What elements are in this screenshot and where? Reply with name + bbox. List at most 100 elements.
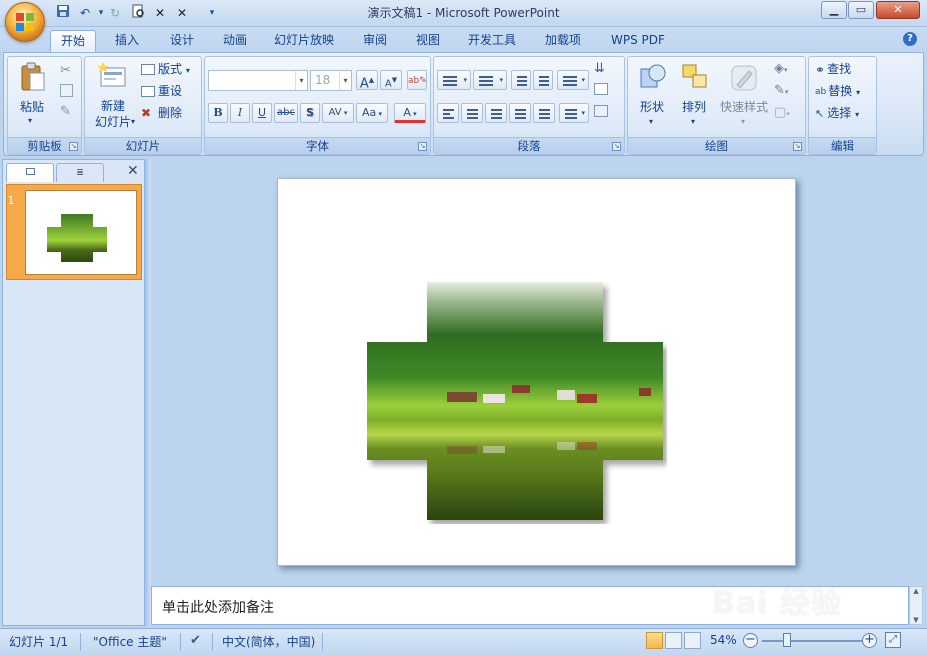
slide-thumbnail[interactable] [25,190,137,275]
shape-outline-icon[interactable]: ✎▾ [774,83,788,98]
zoom-in-icon[interactable]: + [862,633,877,648]
tab-home[interactable]: 开始 [50,30,97,52]
tab-design[interactable]: 设计 [160,30,204,52]
align-center-button[interactable] [461,103,483,123]
decrease-indent-button[interactable] [511,70,531,90]
font-size-combo[interactable]: 18 ▾ [310,70,352,91]
italic-button[interactable]: I [230,103,250,123]
reset-label: 重设 [158,84,183,98]
normal-view-button[interactable] [646,632,663,649]
notes-scrollbar[interactable]: ▲ ▼ [909,586,923,625]
text-direction-icon[interactable]: ⇊ [594,61,605,76]
replace-button[interactable]: ab 替换 ▾ [815,83,860,101]
clipboard-launcher[interactable]: ↘ [69,142,78,151]
underline-button[interactable]: U [252,103,272,123]
zoom-slider-track[interactable] [762,640,862,642]
delete-icon: ✖ [141,106,152,120]
justify-button[interactable] [509,103,531,123]
bold-button[interactable]: B [208,103,228,123]
arrange-button[interactable]: 排列 ▾ [674,60,714,132]
notes-placeholder[interactable]: 单击此处添加备注 [162,597,274,617]
help-icon[interactable]: ? [903,32,917,46]
increase-indent-button[interactable] [533,70,553,90]
save-icon[interactable] [54,4,72,22]
shapes-button[interactable]: 形状 ▾ [632,60,672,132]
grow-font-button[interactable]: A▲ [356,70,378,91]
maximize-button[interactable]: ▭ [848,1,874,19]
shape-fill-icon[interactable]: ◈▾ [774,61,788,76]
slides-tab-icon [25,168,35,175]
new-slide-dropdown-icon[interactable]: ▾ [131,117,135,126]
office-logo-icon [16,13,36,33]
clear-format-button[interactable]: ab✎ [407,70,427,90]
shape-effects-icon[interactable]: ▢▾ [774,105,790,120]
columns-button[interactable]: ▾ [559,103,589,123]
layout-button[interactable]: 版式 ▾ [141,61,190,79]
smartart-icon[interactable] [594,105,608,117]
font-size-value: 18 [315,73,331,87]
zoom-level[interactable]: 54% [710,633,737,647]
status-theme[interactable]: "Office 主题" [93,633,167,650]
zoom-slider-thumb[interactable] [783,633,791,647]
cross-shaped-photo [367,282,663,520]
char-spacing-button[interactable]: AV ▾ [322,103,354,123]
tab-developer[interactable]: 开发工具 [458,30,526,52]
font-color-button[interactable]: A ▾ [394,103,426,123]
tab-animations[interactable]: 动画 [213,30,257,52]
paste-button[interactable]: 粘贴 ▾ [13,60,51,132]
new-slide-button[interactable]: 新建 幻灯片 ▾ [87,60,139,132]
numbering-button[interactable]: ▾ [473,70,507,90]
slides-tab[interactable] [6,163,54,182]
tab-slideshow[interactable]: 幻灯片放映 [264,30,344,52]
outline-tab[interactable]: ≣ [56,163,104,182]
format-painter-icon[interactable]: ✎ [60,104,71,119]
align-left-button[interactable] [437,103,459,123]
print-preview-icon[interactable] [129,4,147,22]
cut-icon[interactable]: ✂ [60,63,71,78]
copy-icon[interactable] [60,84,73,97]
text-shadow-button[interactable]: S [300,103,320,123]
shrink-font-button[interactable]: A▼ [380,70,402,90]
tab-review[interactable]: 审阅 [353,30,397,52]
strikethrough-button[interactable]: abc [274,103,298,123]
tab-insert[interactable]: 插入 [105,30,149,52]
tab-wps-pdf[interactable]: WPS PDF [601,30,675,52]
delete-button[interactable]: ✖ 删除 [141,105,182,121]
redo-icon[interactable]: ↻ [106,4,124,22]
paragraph-launcher[interactable]: ↘ [612,142,621,151]
line-spacing-button[interactable]: ▾ [557,70,589,90]
shapes-dropdown-icon: ▾ [649,117,654,126]
quick-styles-button[interactable]: 快速样式 ▾ [716,60,772,132]
find-button[interactable]: ⚭ 查找 [815,61,851,78]
scroll-up-icon: ▲ [913,587,919,595]
fit-to-window-icon[interactable]: ⤢ [885,632,901,648]
align-text-icon[interactable] [594,83,608,95]
drawing-launcher[interactable]: ↘ [793,142,802,151]
font-launcher[interactable]: ↘ [418,142,427,151]
slide[interactable] [277,178,796,566]
close-doc-icon[interactable]: ✕ [151,4,169,22]
spellcheck-icon[interactable]: ✔ [190,633,201,648]
close-all-icon[interactable]: ✕ [173,4,191,22]
office-button[interactable] [5,2,45,42]
font-size-dropdown-icon: ▾ [339,71,351,90]
font-name-combo[interactable]: ▾ [208,70,308,91]
customize-qat-icon[interactable]: ▾ [203,4,221,22]
close-pane-icon[interactable]: ✕ [127,163,139,179]
bullets-button[interactable]: ▾ [437,70,471,90]
reset-button[interactable]: 重设 [141,83,182,99]
paste-dropdown-icon[interactable]: ▾ [28,116,32,125]
zoom-out-icon[interactable]: − [743,633,758,648]
select-button[interactable]: ↖ 选择 ▾ [815,105,859,123]
close-button[interactable]: ✕ [876,1,920,19]
align-right-button[interactable] [485,103,507,123]
tab-addins[interactable]: 加载项 [535,30,591,52]
change-case-button[interactable]: Aa ▾ [356,103,388,123]
minimize-button[interactable]: ▁ [821,1,847,19]
status-language[interactable]: 中文(简体，中国) [222,633,315,650]
new-slide-label: 新建 [100,99,125,113]
slide-sorter-button[interactable] [665,632,682,649]
distributed-button[interactable] [533,103,555,123]
slideshow-view-button[interactable] [684,632,701,649]
tab-view[interactable]: 视图 [406,30,450,52]
